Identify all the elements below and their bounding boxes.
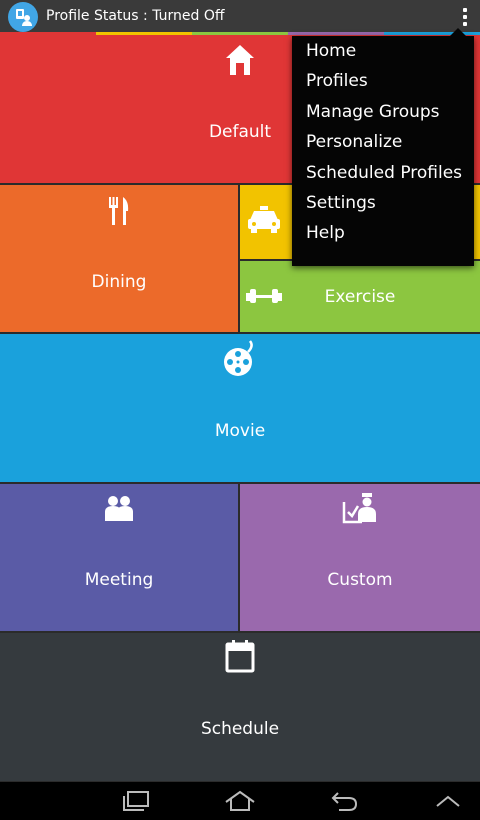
tile-exercise-label: Exercise [324,287,396,307]
overflow-menu-icon[interactable] [458,5,472,29]
menu-item-profiles[interactable]: Profiles [292,66,474,96]
menu-item-scheduled-profiles[interactable]: Scheduled Profiles [292,158,474,188]
recent-apps-icon[interactable] [116,788,156,814]
tile-meeting[interactable]: Meeting [0,484,238,631]
tile-schedule[interactable]: Schedule [0,633,480,781]
tile-movie[interactable]: Movie [0,334,480,482]
tile-dining[interactable]: Dining [0,185,238,332]
menu-item-manage-groups[interactable]: Manage Groups [292,97,474,127]
people-icon [101,494,137,526]
taxi-icon [247,205,281,239]
menu-item-home[interactable]: Home [292,36,474,66]
menu-notch [450,28,466,36]
film-reel-icon [220,340,260,384]
home-icon [224,43,256,81]
custom-person-icon [342,492,378,528]
back-icon[interactable] [324,788,364,814]
menu-item-settings[interactable]: Settings [292,188,474,218]
tile-meeting-label: Meeting [84,570,154,590]
profile-app-icon [8,2,38,32]
overflow-dropdown-menu: Home Profiles Manage Groups Personalize … [292,28,474,266]
menu-item-help[interactable]: Help [292,218,474,248]
tile-custom[interactable]: Custom [240,484,480,631]
tile-dining-label: Dining [91,272,147,292]
fork-knife-icon [107,195,131,231]
tile-schedule-label: Schedule [200,719,280,739]
top-bar: Profile Status : Turned Off [0,0,480,34]
navigation-bar [0,782,480,820]
menu-item-personalize[interactable]: Personalize [292,127,474,157]
profile-status-title: Profile Status : Turned Off [46,8,225,24]
tile-exercise[interactable]: Exercise [240,261,480,332]
chevron-up-icon[interactable] [428,788,468,814]
home-nav-icon[interactable] [220,788,260,814]
tile-movie-label: Movie [214,421,266,441]
tile-custom-label: Custom [327,570,393,590]
calendar-icon [224,639,256,677]
